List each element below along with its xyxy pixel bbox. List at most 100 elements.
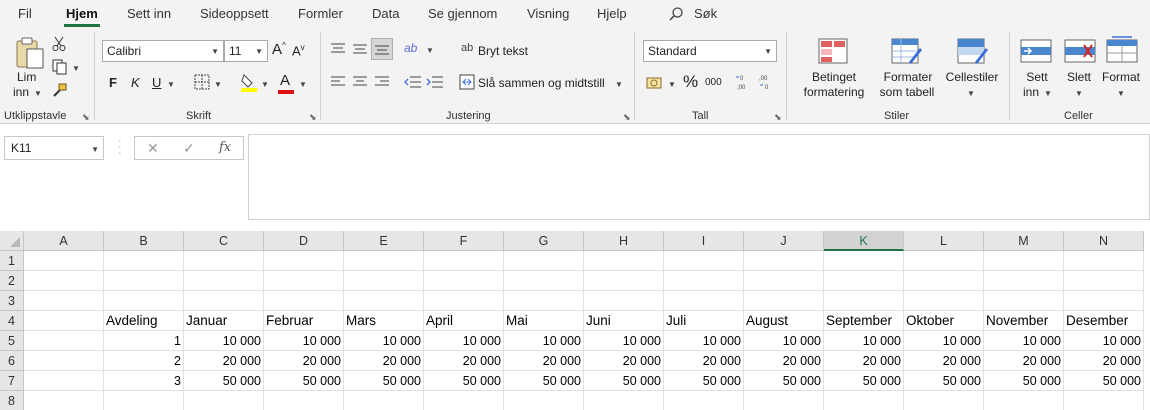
chevron-down-icon[interactable]: ▼ bbox=[426, 46, 434, 55]
cell-a5[interactable] bbox=[24, 331, 104, 351]
cell-m1[interactable] bbox=[984, 251, 1064, 271]
cell-b5[interactable]: 1 bbox=[104, 331, 184, 351]
cell-b4[interactable]: Avdeling bbox=[104, 311, 184, 331]
chevron-down-icon[interactable]: ▼ bbox=[1044, 89, 1052, 98]
cell-k1[interactable] bbox=[824, 251, 904, 271]
tab-hjem[interactable]: Hjem bbox=[66, 6, 98, 21]
cell-l6[interactable]: 20 000 bbox=[904, 351, 984, 371]
column-header-m[interactable]: M bbox=[984, 231, 1064, 251]
column-header-a[interactable]: A bbox=[24, 231, 104, 251]
cell-g1[interactable] bbox=[504, 251, 584, 271]
cell-a1[interactable] bbox=[24, 251, 104, 271]
column-header-g[interactable]: G bbox=[504, 231, 584, 251]
cell-i1[interactable] bbox=[664, 251, 744, 271]
dialog-launcher-icon[interactable]: ⬊ bbox=[82, 112, 90, 123]
column-header-j[interactable]: J bbox=[744, 231, 824, 251]
cell-l3[interactable] bbox=[904, 291, 984, 311]
cell-i8[interactable] bbox=[664, 391, 744, 410]
underline-button[interactable]: U bbox=[152, 75, 161, 90]
cancel-icon[interactable]: ✕ bbox=[147, 140, 159, 157]
wrap-text-icon[interactable]: ab bbox=[461, 42, 473, 54]
format-as-table-icon[interactable] bbox=[891, 36, 923, 66]
conditional-formatting-label-2[interactable]: formatering bbox=[794, 85, 874, 100]
italic-button[interactable]: K bbox=[131, 75, 140, 90]
row-header-7[interactable]: 7 bbox=[0, 371, 24, 391]
column-header-h[interactable]: H bbox=[584, 231, 664, 251]
cell-n7[interactable]: 50 000 bbox=[1064, 371, 1144, 391]
cell-n3[interactable] bbox=[1064, 291, 1144, 311]
cut-icon[interactable] bbox=[52, 36, 66, 52]
cell-d4[interactable]: Februar bbox=[264, 311, 344, 331]
cell-g2[interactable] bbox=[504, 271, 584, 291]
search-icon[interactable] bbox=[668, 6, 684, 22]
cell-j1[interactable] bbox=[744, 251, 824, 271]
align-middle-icon[interactable] bbox=[352, 42, 368, 56]
delete-cells-label[interactable]: Slett bbox=[1063, 70, 1095, 85]
tab-visning[interactable]: Visning bbox=[527, 6, 569, 21]
increase-font-size-icon[interactable]: A^ bbox=[272, 41, 286, 58]
column-header-b[interactable]: B bbox=[104, 231, 184, 251]
cell-l2[interactable] bbox=[904, 271, 984, 291]
cell-f1[interactable] bbox=[424, 251, 504, 271]
wrap-text-button[interactable]: Bryt tekst bbox=[478, 44, 528, 58]
cell-f8[interactable] bbox=[424, 391, 504, 410]
cell-i6[interactable]: 20 000 bbox=[664, 351, 744, 371]
enter-icon[interactable]: ✓ bbox=[183, 140, 195, 157]
cell-h6[interactable]: 20 000 bbox=[584, 351, 664, 371]
cell-h5[interactable]: 10 000 bbox=[584, 331, 664, 351]
cell-k6[interactable]: 20 000 bbox=[824, 351, 904, 371]
cell-j8[interactable] bbox=[744, 391, 824, 410]
dialog-launcher-icon[interactable]: ⬊ bbox=[623, 112, 631, 123]
cell-d8[interactable] bbox=[264, 391, 344, 410]
cell-m8[interactable] bbox=[984, 391, 1064, 410]
cell-d3[interactable] bbox=[264, 291, 344, 311]
tab-hjelp[interactable]: Hjelp bbox=[597, 6, 627, 21]
chevron-down-icon[interactable]: ▼ bbox=[668, 80, 676, 89]
column-header-i[interactable]: I bbox=[664, 231, 744, 251]
cell-n1[interactable] bbox=[1064, 251, 1144, 271]
cell-i4[interactable]: Juli bbox=[664, 311, 744, 331]
cell-l1[interactable] bbox=[904, 251, 984, 271]
cell-c4[interactable]: Januar bbox=[184, 311, 264, 331]
cell-i7[interactable]: 50 000 bbox=[664, 371, 744, 391]
cell-j2[interactable] bbox=[744, 271, 824, 291]
cell-b8[interactable] bbox=[104, 391, 184, 410]
insert-cells-label[interactable]: Sett bbox=[1022, 70, 1052, 85]
orientation-icon[interactable]: ab bbox=[404, 41, 417, 55]
chevron-down-icon[interactable]: ▼ bbox=[214, 80, 222, 89]
chevron-down-icon[interactable]: ▼ bbox=[615, 80, 623, 89]
cell-b1[interactable] bbox=[104, 251, 184, 271]
chevron-down-icon[interactable]: ▼ bbox=[299, 80, 307, 89]
row-header-1[interactable]: 1 bbox=[0, 251, 24, 271]
cell-n4[interactable]: Desember bbox=[1064, 311, 1144, 331]
cell-g7[interactable]: 50 000 bbox=[504, 371, 584, 391]
thousands-button[interactable]: 000 bbox=[705, 77, 722, 88]
column-header-l[interactable]: L bbox=[904, 231, 984, 251]
cell-d2[interactable] bbox=[264, 271, 344, 291]
percent-button[interactable]: % bbox=[683, 72, 698, 92]
cell-n8[interactable] bbox=[1064, 391, 1144, 410]
name-box[interactable]: K11 ▼ bbox=[4, 136, 104, 160]
cell-k3[interactable] bbox=[824, 291, 904, 311]
search-label[interactable]: Søk bbox=[694, 6, 717, 21]
chevron-down-icon[interactable]: ▼ bbox=[34, 89, 42, 98]
cell-l4[interactable]: Oktober bbox=[904, 311, 984, 331]
delete-cells-icon[interactable] bbox=[1064, 36, 1096, 66]
cell-e1[interactable] bbox=[344, 251, 424, 271]
cell-c7[interactable]: 50 000 bbox=[184, 371, 264, 391]
cell-h3[interactable] bbox=[584, 291, 664, 311]
column-header-d[interactable]: D bbox=[264, 231, 344, 251]
cell-g5[interactable]: 10 000 bbox=[504, 331, 584, 351]
tab-sideoppsett[interactable]: Sideoppsett bbox=[200, 6, 269, 21]
copy-icon[interactable] bbox=[52, 59, 68, 75]
cell-b7[interactable]: 3 bbox=[104, 371, 184, 391]
number-format-select[interactable]: Standard ▼ bbox=[643, 40, 777, 62]
font-size-select[interactable]: 11 ▼ bbox=[224, 40, 268, 62]
cell-n5[interactable]: 10 000 bbox=[1064, 331, 1144, 351]
tab-sett-inn[interactable]: Sett inn bbox=[127, 6, 171, 21]
cell-l8[interactable] bbox=[904, 391, 984, 410]
cell-m5[interactable]: 10 000 bbox=[984, 331, 1064, 351]
align-top-icon[interactable] bbox=[330, 42, 346, 56]
borders-icon[interactable] bbox=[194, 74, 210, 90]
cell-a6[interactable] bbox=[24, 351, 104, 371]
